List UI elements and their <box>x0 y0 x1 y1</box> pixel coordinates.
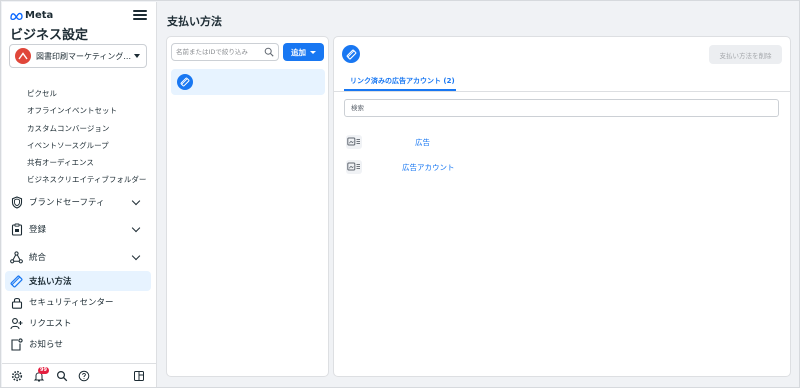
sidebar-item-notifications[interactable]: お知らせ <box>5 334 151 354</box>
filter-field[interactable] <box>344 99 779 117</box>
sidebar-item-label: お知らせ <box>29 340 63 350</box>
menu-icon[interactable] <box>133 8 147 22</box>
meta-logo: Meta <box>10 10 53 21</box>
sidebar-item-payment-methods[interactable]: 支払い方法 <box>5 271 151 291</box>
app-title: ビジネス設定 <box>10 28 89 43</box>
delete-payment-method-button[interactable]: 支払い方法を削除 <box>709 45 782 64</box>
ad-account-icon <box>346 135 362 149</box>
app-frame: Meta ビジネス設定 図書印刷マーケティング... ピクセル オフラインイベン… <box>0 0 800 388</box>
chevron-down-icon <box>134 54 140 58</box>
list-item[interactable] <box>171 69 325 95</box>
sidebar-subitem-custom-conversion[interactable]: カスタムコンバージョン <box>27 123 109 134</box>
document-notify-icon <box>10 337 23 351</box>
meta-logo-icon <box>10 12 23 20</box>
search-field[interactable] <box>171 43 279 61</box>
sidebar-subitem-event-source-group[interactable]: イベントソースグループ <box>27 140 109 151</box>
sidebar: Meta ビジネス設定 図書印刷マーケティング... ピクセル オフラインイベン… <box>2 2 157 387</box>
gear-icon[interactable] <box>11 370 23 382</box>
payment-method-list-panel: 追加 <box>166 36 329 377</box>
chevron-down-icon <box>310 50 316 54</box>
payment-method-detail-panel: 支払い方法を削除 リンク済みの広告アカウント (2) 広告 広告アカウント <box>333 36 791 377</box>
ad-account-link[interactable]: 広告アカウント <box>402 162 455 173</box>
help-icon[interactable] <box>78 370 90 382</box>
tab-divider <box>334 91 790 92</box>
shield-icon <box>10 195 23 209</box>
sidebar-item-label: ブランドセーフティ <box>29 198 105 208</box>
sidebar-footer: 99 <box>2 363 156 387</box>
sidebar-item-label: 支払い方法 <box>29 277 72 287</box>
sidebar-item-integrations[interactable]: 統合 <box>5 247 151 267</box>
lock-icon <box>10 296 23 309</box>
payment-icon <box>10 275 23 288</box>
layout-panel-icon[interactable] <box>133 370 145 382</box>
account-name: 図書印刷マーケティング... <box>36 51 131 61</box>
sidebar-item-label: セキュリティセンター <box>29 298 114 308</box>
filter-input[interactable] <box>351 104 772 112</box>
add-button-label: 追加 <box>291 47 306 57</box>
chevron-down-icon <box>131 251 141 260</box>
sidebar-item-brand-safety[interactable]: ブランドセーフティ <box>5 192 151 212</box>
sidebar-item-label: リクエスト <box>29 319 72 329</box>
integrations-icon <box>10 250 23 264</box>
ad-account-icon <box>346 160 362 174</box>
chevron-down-icon <box>131 223 141 232</box>
sidebar-item-label: 登録 <box>29 225 47 235</box>
clipboard-icon <box>10 223 23 236</box>
person-add-icon <box>10 317 23 330</box>
sidebar-item-label: 統合 <box>29 253 47 263</box>
search-icon <box>264 47 274 57</box>
notification-badge: 99 <box>38 367 49 374</box>
tab-linked-ad-accounts[interactable]: リンク済みの広告アカウント (2) <box>344 72 461 90</box>
add-button[interactable]: 追加 <box>283 43 324 61</box>
sidebar-subitem-offline-event-set[interactable]: オフラインイベントセット <box>27 105 117 116</box>
account-avatar <box>15 48 31 64</box>
account-selector[interactable]: 図書印刷マーケティング... <box>9 44 147 68</box>
sidebar-item-requests[interactable]: リクエスト <box>5 313 151 333</box>
payment-card-icon <box>177 74 193 90</box>
sidebar-subitem-creative-folder[interactable]: ビジネスクリエイティブフォルダー <box>27 174 146 185</box>
sidebar-subitem-pixel[interactable]: ピクセル <box>27 88 57 99</box>
meta-brand-text: Meta <box>25 10 54 21</box>
search-input[interactable] <box>176 48 264 56</box>
account-logo-icon <box>18 52 28 60</box>
payment-card-icon <box>342 45 360 63</box>
ad-link[interactable]: 広告 <box>415 137 430 148</box>
sidebar-item-registration[interactable]: 登録 <box>5 219 151 239</box>
sidebar-item-security-center[interactable]: セキュリティセンター <box>5 292 151 312</box>
page-title: 支払い方法 <box>167 15 222 28</box>
search-icon[interactable] <box>56 370 68 382</box>
sidebar-subitem-shared-audience[interactable]: 共有オーディエンス <box>27 157 94 168</box>
chevron-down-icon <box>131 196 141 205</box>
